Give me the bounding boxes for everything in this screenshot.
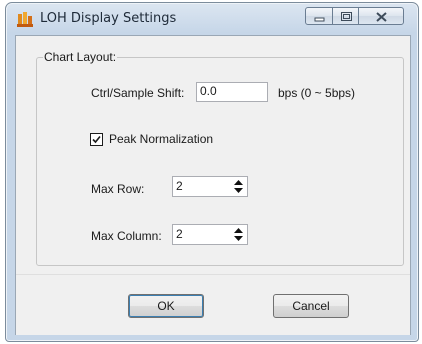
- chart-layout-group-label: Chart Layout:: [43, 50, 118, 64]
- max-row-spinner[interactable]: 2: [172, 176, 248, 197]
- title-bar[interactable]: LOH Display Settings: [6, 3, 418, 33]
- shift-input-value: 0.0: [200, 84, 217, 98]
- cancel-button[interactable]: Cancel: [273, 294, 349, 318]
- close-icon: [376, 12, 387, 22]
- spin-arrows-icon[interactable]: [232, 178, 245, 195]
- caption-buttons: [305, 7, 407, 27]
- maximize-icon: [341, 12, 352, 21]
- maximize-button[interactable]: [332, 7, 359, 25]
- dialog-client-area: Chart Layout: Ctrl/Sample Shift: 0.0 bps…: [15, 35, 411, 335]
- shift-unit-hint: bps (0 ~ 5bps): [278, 86, 356, 100]
- max-column-value: 2: [176, 227, 183, 241]
- max-row-label: Max Row:: [91, 182, 145, 196]
- max-column-spinner[interactable]: 2: [172, 224, 248, 245]
- dna-app-icon: [17, 11, 33, 27]
- minimize-button[interactable]: [305, 7, 333, 25]
- window-title: LOH Display Settings: [40, 11, 177, 26]
- spin-arrows-icon[interactable]: [232, 226, 245, 243]
- settings-panel: Chart Layout: Ctrl/Sample Shift: 0.0 bps…: [16, 36, 410, 274]
- peak-normalization-checkbox[interactable]: [90, 133, 103, 146]
- max-column-label: Max Column:: [91, 229, 162, 243]
- shift-label: Ctrl/Sample Shift:: [91, 86, 185, 100]
- ok-button[interactable]: OK: [128, 294, 204, 318]
- dialog-button-bar: OK Cancel: [16, 274, 410, 335]
- peak-normalization-label[interactable]: Peak Normalization: [109, 132, 213, 146]
- checkmark-icon: [92, 135, 101, 144]
- max-row-value: 2: [176, 179, 183, 193]
- close-button[interactable]: [358, 7, 404, 25]
- dialog-window: LOH Display Settings Chart Layout: Ctrl/…: [5, 2, 419, 342]
- shift-input[interactable]: 0.0: [196, 82, 268, 102]
- minimize-icon: [314, 17, 325, 22]
